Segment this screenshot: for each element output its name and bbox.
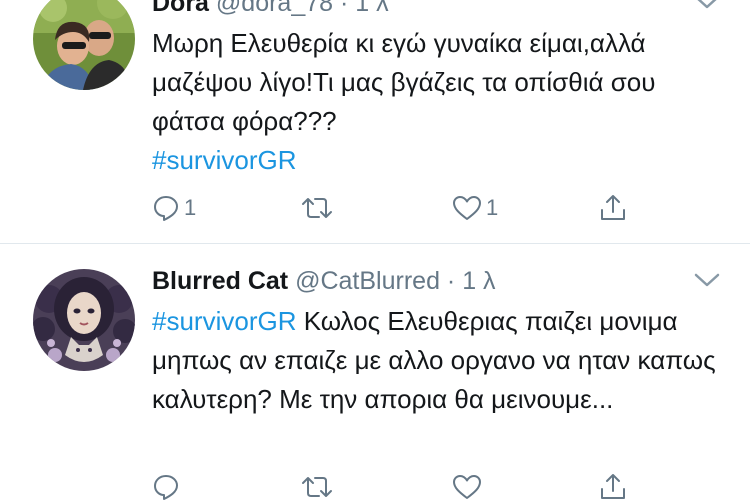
reply-button[interactable]: 1 <box>152 191 196 225</box>
retweet-button[interactable] <box>300 191 334 225</box>
separator-dot: · <box>439 267 463 295</box>
avatar-illustration <box>33 269 135 371</box>
reply-count: 1 <box>184 195 197 220</box>
share-icon <box>601 474 625 499</box>
share-button[interactable] <box>598 191 628 225</box>
avatar[interactable] <box>33 0 135 90</box>
user-handle[interactable]: @dora_78 <box>216 0 333 17</box>
display-name[interactable]: Blurred Cat <box>152 267 288 295</box>
reply-icon <box>154 196 178 221</box>
hashtag-link[interactable]: #survivorGR <box>152 145 296 175</box>
timestamp[interactable]: 1 λ <box>462 267 495 295</box>
tweet-2[interactable]: Blurred Cat @CatBlurred · 1 λ #survivorG… <box>0 244 750 500</box>
tweet-text: Μωρη Ελευθερία κι εγώ γυναίκα είμαι,αλλά… <box>152 24 732 180</box>
tweet-actions: 1 1 <box>152 191 652 225</box>
share-icon <box>601 195 625 220</box>
display-name[interactable]: Dora <box>152 0 209 17</box>
retweet-icon <box>302 198 332 218</box>
tweet-text: #survivorGR Κωλος Ελευθεριας παιζει μονι… <box>152 302 732 419</box>
retweet-icon <box>302 477 332 497</box>
tweet-body: Μωρη Ελευθερία κι εγώ γυναίκα είμαι,αλλά… <box>152 28 656 136</box>
like-button[interactable] <box>452 470 482 504</box>
hashtag-link[interactable]: #survivorGR <box>152 306 296 336</box>
separator-dot: · <box>333 0 356 17</box>
timestamp[interactable]: 1 λ <box>355 0 388 17</box>
retweet-button[interactable] <box>300 470 334 504</box>
avatar[interactable] <box>33 269 135 371</box>
share-button[interactable] <box>598 470 628 504</box>
reply-button[interactable] <box>152 470 180 504</box>
heart-icon <box>453 475 481 499</box>
tweet-header: Dora @dora_78 · 1 λ <box>152 0 389 18</box>
like-count: 1 <box>486 195 499 220</box>
chevron-down-icon[interactable] <box>694 272 720 290</box>
tweet-header: Blurred Cat @CatBlurred · 1 λ <box>152 266 496 296</box>
reply-icon <box>154 475 178 500</box>
chevron-down-icon[interactable] <box>694 0 720 12</box>
tweet-actions <box>152 470 652 504</box>
user-handle[interactable]: @CatBlurred <box>295 267 440 295</box>
avatar-photo <box>33 0 135 90</box>
like-button[interactable]: 1 <box>452 191 498 225</box>
tweet-1[interactable]: Dora @dora_78 · 1 λ Μωρη Ελευθερία κι εγ… <box>0 0 750 244</box>
heart-icon <box>453 196 481 220</box>
